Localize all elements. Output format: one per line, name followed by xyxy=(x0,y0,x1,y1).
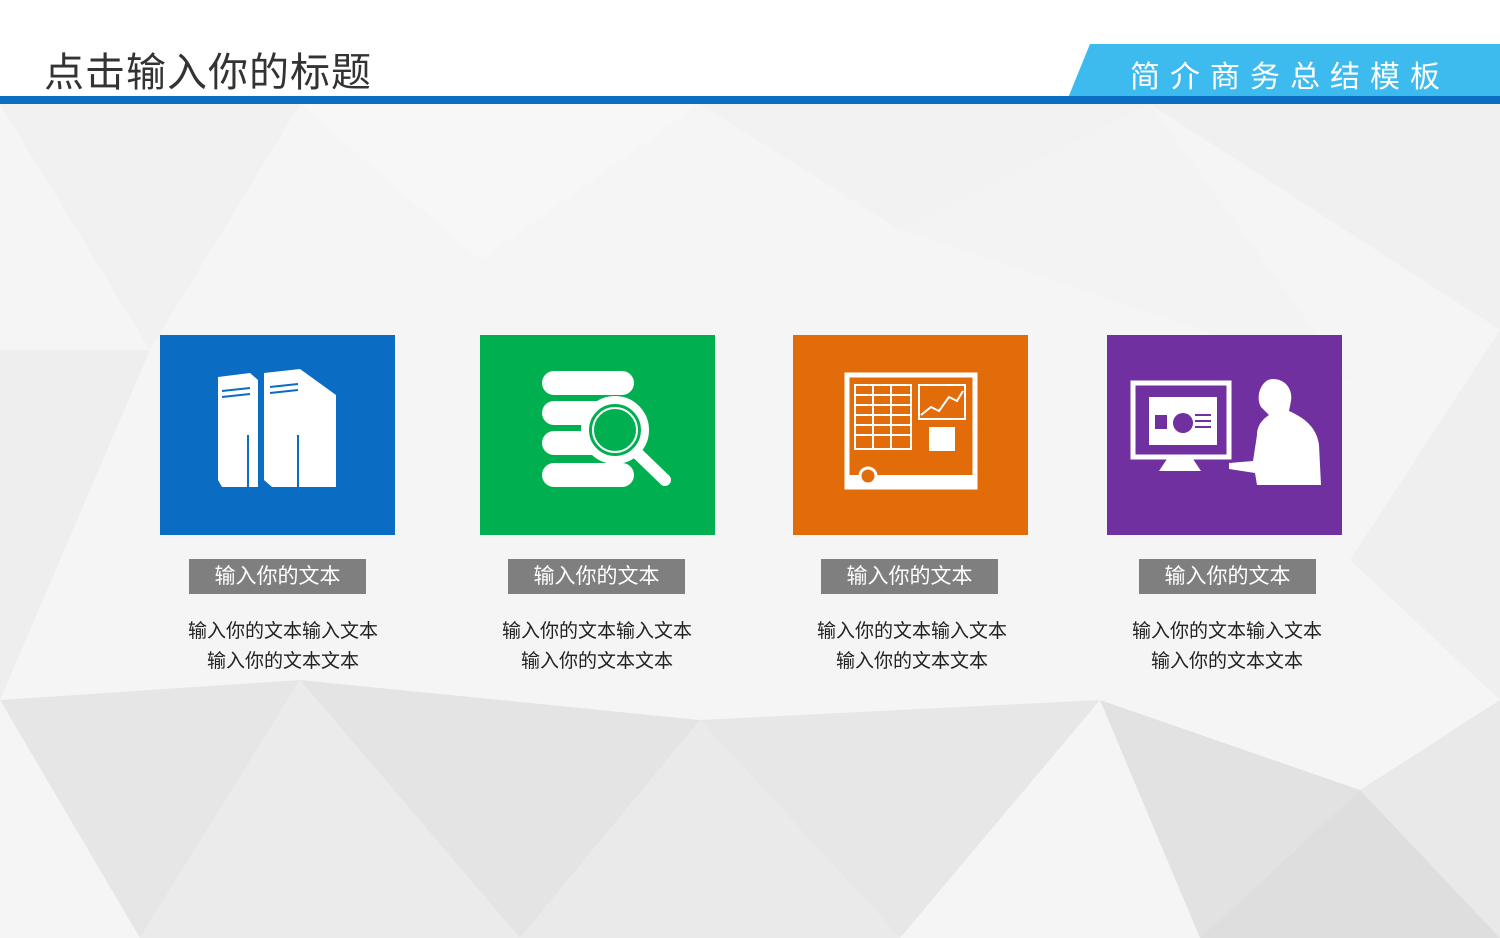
feature-desc-3: 输入你的文本输入文本 输入你的文本文本 xyxy=(782,616,1042,676)
feature-tile-1 xyxy=(160,335,395,535)
feature-desc-4: 输入你的文本输入文本 输入你的文本文本 xyxy=(1097,616,1357,676)
database-search-icon xyxy=(542,371,671,487)
feature-desc-2-line-2: 输入你的文本文本 xyxy=(520,650,673,672)
feature-tile-2 xyxy=(480,335,715,535)
feature-label-1: 输入你的文本 xyxy=(189,559,366,594)
feature-tile-3 xyxy=(793,335,1028,535)
feature-desc-3-line-1: 输入你的文本输入文本 xyxy=(816,620,1007,642)
feature-desc-1-line-1: 输入你的文本输入文本 xyxy=(187,620,378,642)
feature-desc-2-line-1: 输入你的文本输入文本 xyxy=(501,620,692,642)
feature-tile-4 xyxy=(1107,335,1342,535)
feature-desc-3-line-2: 输入你的文本文本 xyxy=(835,650,988,672)
user-at-computer-icon xyxy=(1130,379,1321,485)
feature-desc-2: 输入你的文本输入文本 输入你的文本文本 xyxy=(467,616,727,676)
feature-desc-1-line-2: 输入你的文本文本 xyxy=(206,650,359,672)
server-icon xyxy=(218,369,336,487)
feature-label-3: 输入你的文本 xyxy=(821,559,998,594)
page-title: 点击输入你的标题 xyxy=(44,50,372,96)
dashboard-chart-icon xyxy=(844,372,978,490)
feature-desc-4-line-1: 输入你的文本输入文本 xyxy=(1131,620,1322,642)
header-divider xyxy=(0,96,1500,104)
feature-desc-4-line-2: 输入你的文本文本 xyxy=(1150,650,1303,672)
feature-label-4: 输入你的文本 xyxy=(1139,559,1316,594)
template-tag-text: 简介商务总结模板 xyxy=(1130,60,1450,95)
feature-label-2: 输入你的文本 xyxy=(508,559,685,594)
feature-desc-1: 输入你的文本输入文本 输入你的文本文本 xyxy=(153,616,413,676)
